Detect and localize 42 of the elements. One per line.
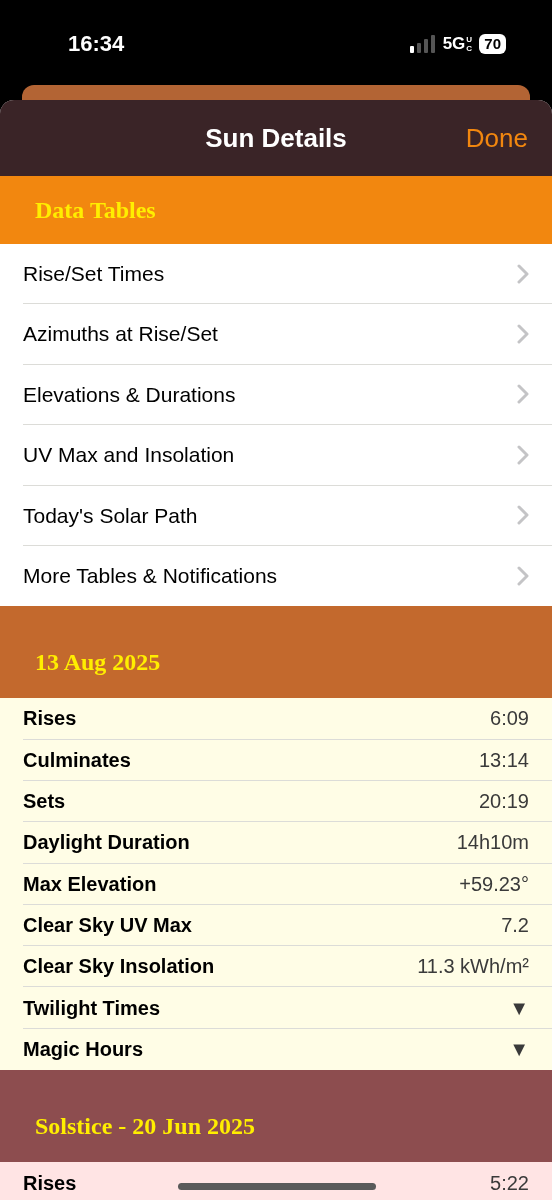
row-label: Magic Hours bbox=[23, 1037, 144, 1063]
chevron-icon bbox=[517, 444, 529, 465]
row-label: Sets bbox=[23, 789, 66, 815]
chevron-icon bbox=[517, 324, 529, 345]
row-value: 14h10m bbox=[456, 830, 529, 856]
row-value: ▼ bbox=[509, 995, 529, 1021]
row-label: Clear Sky Insolation bbox=[23, 954, 215, 980]
row-label: Rises bbox=[23, 1170, 77, 1196]
row-value: 6:09 bbox=[490, 706, 529, 732]
signal-icon bbox=[409, 34, 436, 53]
section-title: Solstice - 20 Jun 2025 bbox=[35, 1112, 255, 1141]
row-label: Rise/Set Times bbox=[23, 260, 165, 287]
row-value: 20:19 bbox=[478, 789, 529, 815]
chevron-icon bbox=[517, 384, 529, 405]
chevron-icon bbox=[517, 505, 529, 526]
row-label: Culminates bbox=[23, 747, 131, 773]
network-sub-label: UC bbox=[466, 34, 473, 53]
row-value: 7.2 bbox=[501, 912, 529, 938]
row-label: UV Max and Insolation bbox=[23, 442, 235, 469]
status-time: 16:34 bbox=[68, 30, 125, 58]
battery-icon: 70 bbox=[479, 33, 506, 54]
row-label: Twilight Times bbox=[23, 995, 161, 1021]
network-label: 5G bbox=[442, 32, 466, 55]
row-value: 13:14 bbox=[478, 747, 529, 773]
row-value: ▼ bbox=[509, 1037, 529, 1063]
row-value: 11.3 kWh/m² bbox=[417, 954, 529, 980]
row-label: Today's Solar Path bbox=[23, 502, 198, 529]
row-label: Elevations & Durations bbox=[23, 381, 236, 408]
row-label: Clear Sky UV Max bbox=[23, 912, 192, 938]
row-label: Max Elevation bbox=[23, 871, 157, 897]
row-label: Azimuths at Rise/Set bbox=[23, 321, 218, 348]
done-button[interactable]: Done bbox=[465, 118, 528, 158]
row-value: +59.23° bbox=[459, 871, 529, 897]
sheet-title: Sun Details bbox=[205, 121, 347, 155]
row-label: Rises bbox=[23, 706, 77, 732]
chevron-icon bbox=[517, 566, 529, 587]
chevron-icon bbox=[517, 263, 529, 284]
row-label: Daylight Duration bbox=[23, 830, 190, 856]
row-value: 5:22 bbox=[490, 1170, 529, 1196]
section-title: 13 Aug 2025 bbox=[35, 648, 161, 678]
row-label: More Tables & Notifications bbox=[23, 563, 278, 590]
section-title: Data Tables bbox=[35, 196, 156, 225]
